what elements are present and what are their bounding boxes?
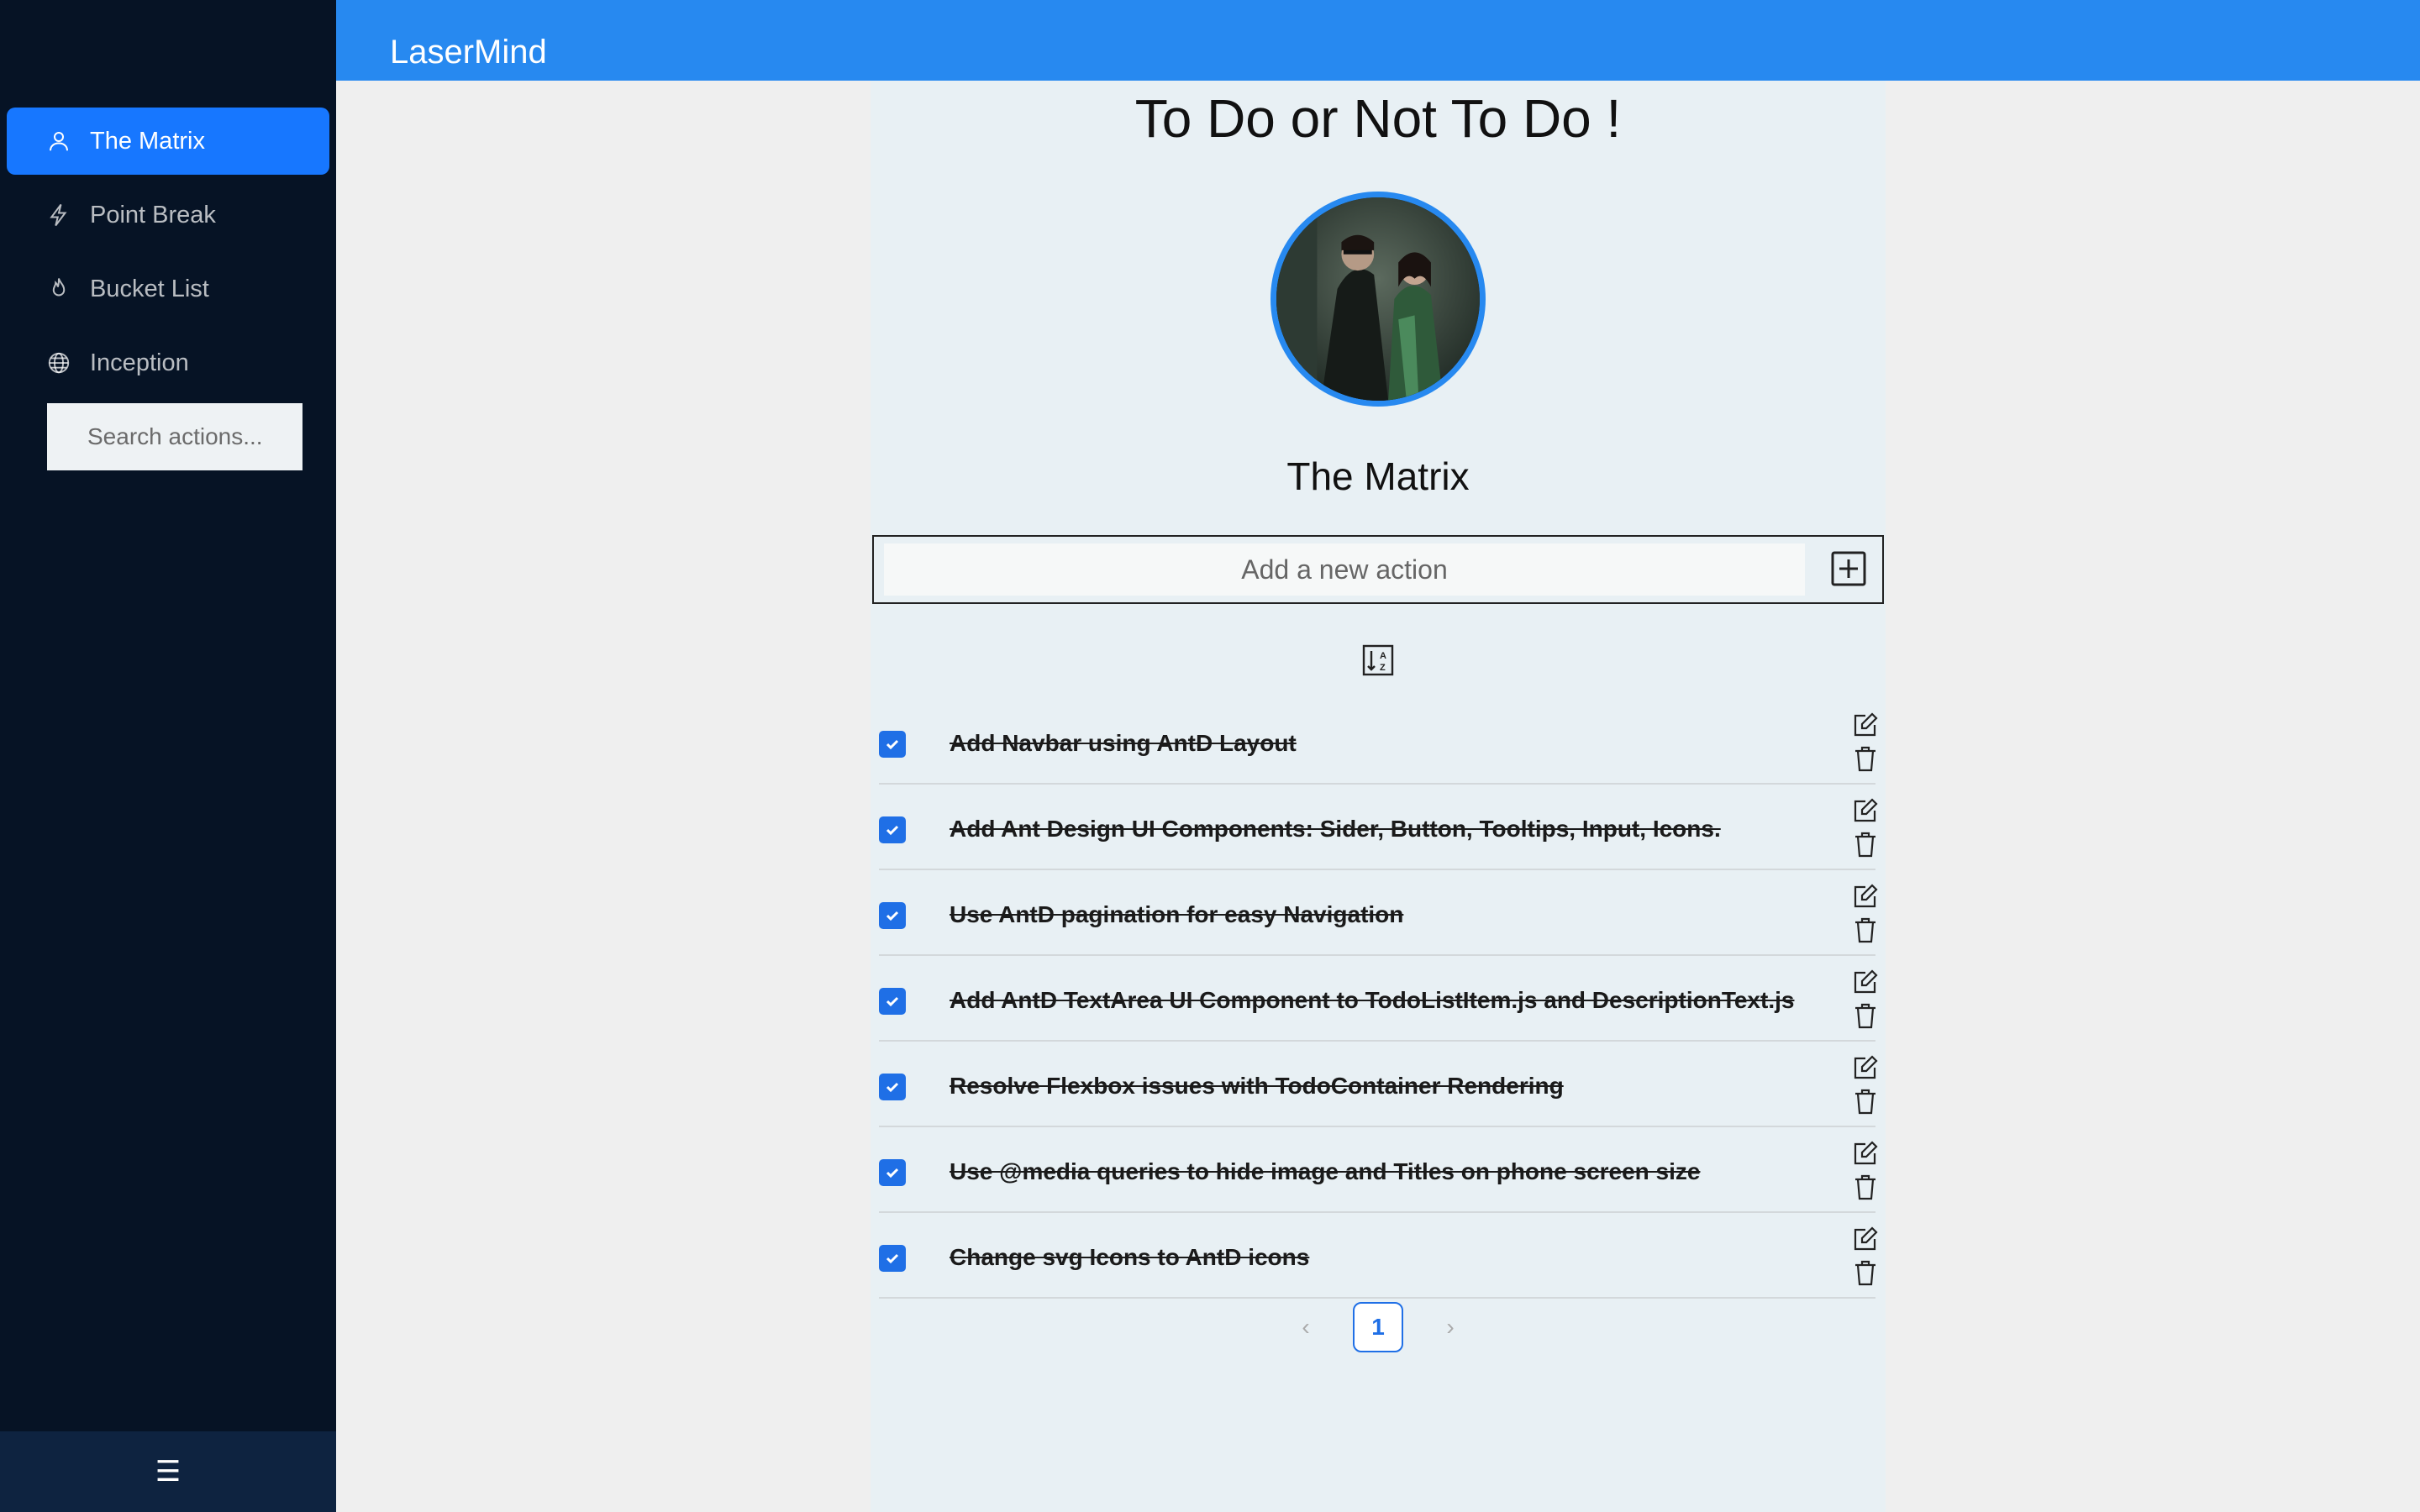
sidebar-item-label: The Matrix (90, 127, 205, 155)
chevron-left-icon: ‹ (1302, 1314, 1310, 1340)
edit-button[interactable] (1850, 968, 1881, 996)
add-action-input[interactable] (884, 543, 1805, 596)
svg-text:A: A (1380, 651, 1386, 661)
todo-text[interactable]: Add Navbar using AntD Layout (950, 730, 1297, 757)
edit-button[interactable] (1850, 1139, 1881, 1168)
edit-button[interactable] (1850, 1225, 1881, 1253)
add-action-button[interactable] (1830, 550, 1867, 587)
list-title: The Matrix (1286, 454, 1470, 498)
sidebar-item-inception[interactable]: Inception (7, 329, 329, 396)
user-icon (46, 129, 71, 154)
todo-checkbox[interactable] (879, 988, 906, 1015)
sidebar-collapse-button[interactable]: ☰ (0, 1431, 336, 1512)
pagination-page-1[interactable]: 1 (1353, 1302, 1403, 1352)
check-icon (886, 996, 899, 1007)
trash-icon (1855, 1003, 1876, 1029)
todo-container: To Do or Not To Do ! The Matrix Add a ne… (871, 81, 1886, 1512)
pagination-prev-button[interactable]: ‹ (1289, 1310, 1323, 1344)
edit-icon (1854, 798, 1878, 822)
todo-text[interactable]: Resolve Flexbox issues with TodoContaine… (950, 1073, 1564, 1100)
edit-icon (1854, 969, 1878, 994)
plus-square-icon (1831, 551, 1866, 586)
todo-text[interactable]: Add AntD TextArea UI Component to TodoLi… (950, 987, 1794, 1014)
edit-button[interactable] (1850, 1053, 1881, 1082)
sort-ascending-icon: A Z (1362, 644, 1394, 676)
global-icon (46, 350, 71, 375)
check-icon (886, 911, 899, 921)
todo-item: Use @media queries to hide image and Tit… (879, 1129, 1878, 1213)
check-icon (886, 1082, 899, 1093)
delete-button[interactable] (1850, 830, 1881, 858)
pagination-next-button[interactable]: › (1434, 1310, 1467, 1344)
sidebar-menu: The Matrix Point Break Bucket List Incep… (0, 108, 336, 403)
fire-icon (46, 276, 71, 302)
trash-icon (1855, 832, 1876, 858)
edit-icon (1854, 712, 1878, 737)
edit-icon (1854, 1141, 1878, 1165)
svg-text:Z: Z (1380, 663, 1386, 673)
sidebar-item-label: Bucket List (90, 275, 209, 302)
todo-text[interactable]: Use @media queries to hide image and Tit… (950, 1158, 1700, 1185)
todo-checkbox[interactable] (879, 1074, 906, 1100)
edit-button[interactable] (1850, 882, 1881, 911)
delete-button[interactable] (1850, 1173, 1881, 1201)
pagination: ‹ 1 › (871, 1300, 1886, 1354)
check-icon (886, 825, 899, 836)
todo-checkbox[interactable] (879, 1245, 906, 1272)
trash-icon (1855, 1174, 1876, 1200)
avatar (1270, 192, 1486, 407)
sidebar: The Matrix Point Break Bucket List Incep… (0, 0, 336, 1512)
trash-icon (1855, 917, 1876, 943)
check-icon (886, 739, 899, 750)
check-icon (886, 1253, 899, 1264)
edit-icon (1854, 884, 1878, 908)
todo-item: Use AntD pagination for easy Navigation (879, 872, 1878, 956)
todo-list: Add Navbar using AntD Layout Add Ant Des… (879, 701, 1878, 1300)
header: LaserMind (336, 0, 2420, 81)
sidebar-item-bucket-list[interactable]: Bucket List (7, 255, 329, 323)
trash-icon (1855, 1089, 1876, 1115)
todo-text[interactable]: Use AntD pagination for easy Navigation (950, 901, 1403, 928)
chevron-right-icon: › (1446, 1314, 1455, 1340)
page-title: To Do or Not To Do ! (1134, 88, 1622, 149)
todo-item: Add Navbar using AntD Layout (879, 701, 1878, 785)
todo-item: Add Ant Design UI Components: Sider, But… (879, 786, 1878, 870)
delete-button[interactable] (1850, 744, 1881, 773)
delete-button[interactable] (1850, 1258, 1881, 1287)
todo-text[interactable]: Change svg Icons to AntD icons (950, 1244, 1309, 1271)
sidebar-item-the-matrix[interactable]: The Matrix (7, 108, 329, 175)
edit-icon (1854, 1055, 1878, 1079)
trash-icon (1855, 746, 1876, 772)
trash-icon (1855, 1260, 1876, 1286)
todo-checkbox[interactable] (879, 902, 906, 929)
sort-button[interactable]: A Z (1361, 643, 1395, 677)
sidebar-item-point-break[interactable]: Point Break (7, 181, 329, 249)
menu-icon: ☰ (155, 1456, 182, 1488)
edit-button[interactable] (1850, 711, 1881, 739)
edit-icon (1854, 1226, 1878, 1251)
todo-checkbox[interactable] (879, 1159, 906, 1186)
delete-button[interactable] (1850, 1087, 1881, 1116)
todo-item: Change svg Icons to AntD icons (879, 1215, 1878, 1299)
todo-checkbox[interactable] (879, 816, 906, 843)
sidebar-item-label: Inception (90, 349, 189, 376)
edit-button[interactable] (1850, 796, 1881, 825)
add-action-form (872, 535, 1884, 604)
search-input[interactable] (47, 403, 302, 470)
check-icon (886, 1168, 899, 1179)
todo-checkbox[interactable] (879, 731, 906, 758)
todo-item: Resolve Flexbox issues with TodoContaine… (879, 1043, 1878, 1127)
todo-item: Add AntD TextArea UI Component to TodoLi… (879, 958, 1878, 1042)
sidebar-item-label: Point Break (90, 201, 216, 228)
thunderbolt-icon (46, 202, 71, 228)
delete-button[interactable] (1850, 1001, 1881, 1030)
todo-text[interactable]: Add Ant Design UI Components: Sider, But… (950, 816, 1721, 843)
app-brand: LaserMind (390, 34, 547, 71)
delete-button[interactable] (1850, 916, 1881, 944)
